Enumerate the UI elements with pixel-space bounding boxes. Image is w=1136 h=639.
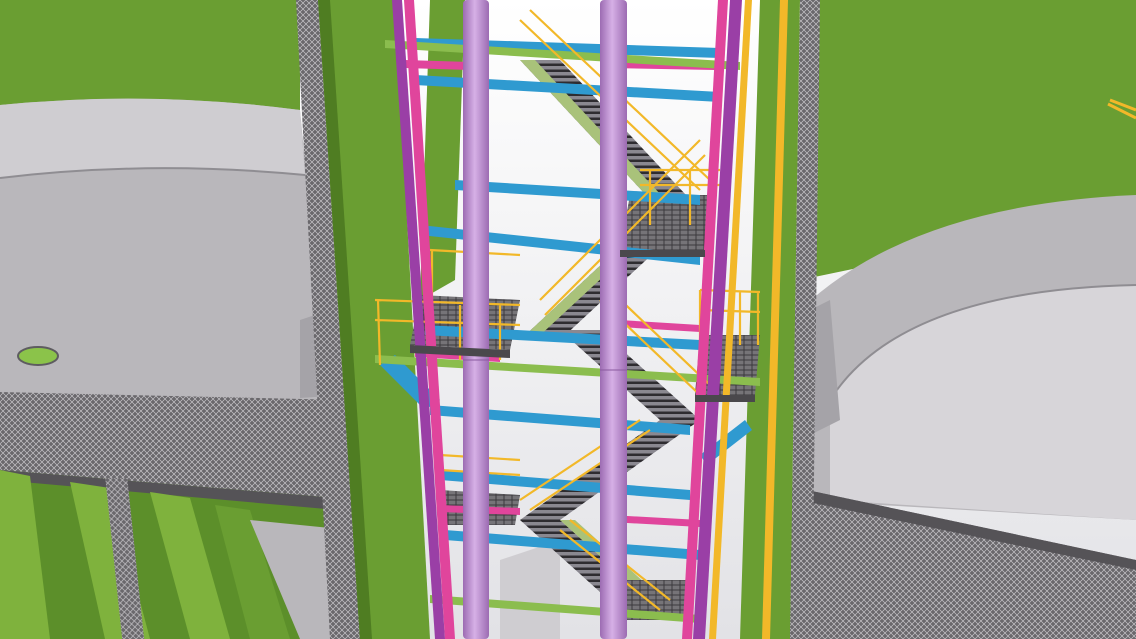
left-tank-rim <box>0 98 305 178</box>
pipe-left <box>463 0 489 639</box>
stair-tower <box>374 0 761 639</box>
pipe-right <box>600 0 627 639</box>
left-tank-hole <box>17 346 59 366</box>
steel-structure-render <box>0 0 1136 639</box>
